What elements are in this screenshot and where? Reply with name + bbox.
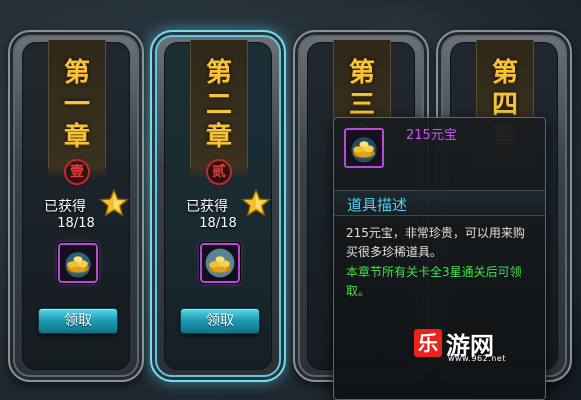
tooltip-section-title: 道具描述	[347, 196, 408, 214]
star-progress: 18/18	[199, 216, 237, 231]
chapter-card-2[interactable]: 第 二 章 贰 已获得 18/18 领取	[150, 30, 286, 382]
gold-ingot-icon	[65, 252, 91, 278]
chapter-title-char: 章	[63, 122, 90, 152]
chapter-banner: 第 一 章	[48, 40, 106, 178]
obtained-label: 已获得	[44, 199, 86, 215]
reward-item-slot[interactable]	[200, 243, 240, 283]
chapter-card-1[interactable]: 第 一 章 壹 已获得 18/18 领取	[8, 30, 144, 382]
tooltip-description: 215元宝，非常珍贵，可以用来购买很多珍稀道具。	[346, 226, 525, 259]
chapter-title-char: 章	[205, 122, 232, 152]
chapter-seal: 壹	[64, 159, 90, 185]
watermark-mark: 乐	[414, 329, 442, 357]
tooltip-item-name: 215元宝	[406, 128, 457, 143]
chapter-banner: 第 二 章	[190, 40, 248, 178]
gold-ingot-icon	[351, 137, 377, 163]
tooltip-item-slot	[344, 128, 384, 168]
tooltip-condition: 本章节所有关卡全3星通关后可领取。	[346, 265, 522, 298]
chapter-seal: 贰	[206, 159, 232, 185]
gold-ingot-icon	[205, 248, 235, 278]
star-icon	[241, 188, 271, 217]
obtained-label: 已获得	[186, 199, 228, 215]
star-progress: 18/18	[57, 216, 95, 231]
watermark-url: www.962.net	[448, 354, 506, 363]
tooltip-section-header: 道具描述	[334, 190, 545, 216]
watermark-logo: 乐 游网 www.962.net	[414, 326, 534, 366]
star-icon	[99, 188, 129, 217]
claim-button[interactable]: 领取	[180, 308, 260, 334]
reward-item-slot[interactable]	[58, 243, 98, 283]
claim-button[interactable]: 领取	[38, 308, 118, 334]
